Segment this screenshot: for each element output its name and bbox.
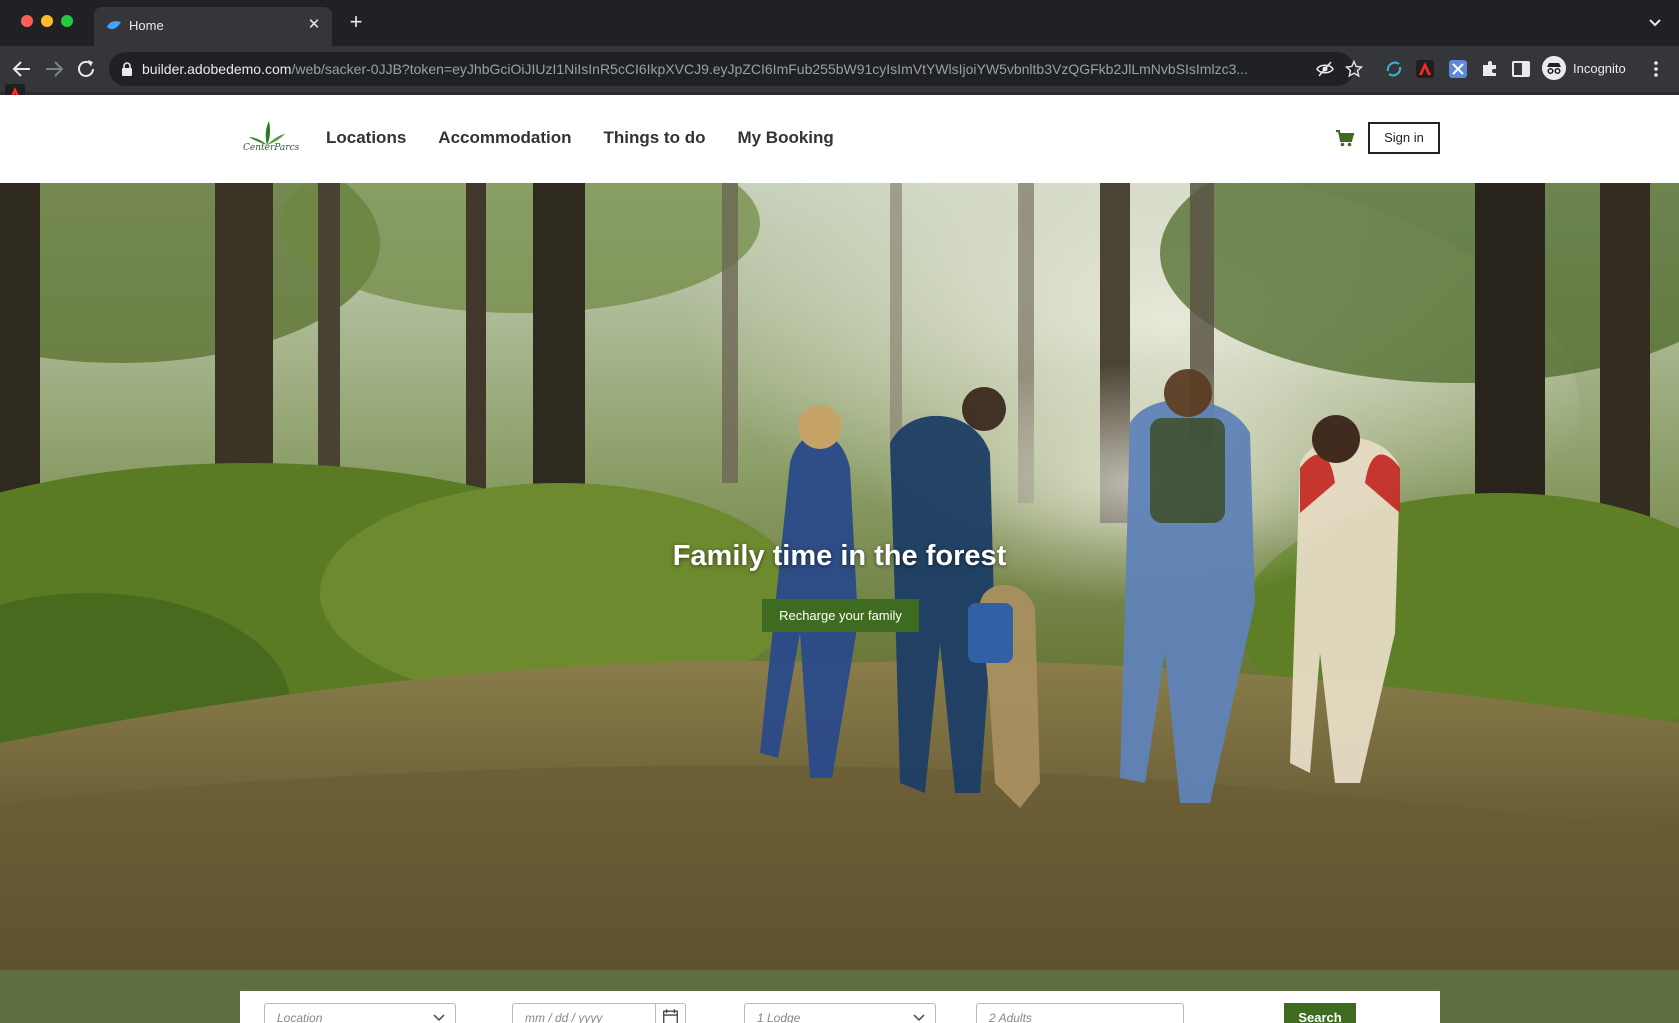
cart-icon[interactable]	[1335, 129, 1355, 147]
site-header: CenterParcs Locations Accommodation Thin…	[0, 95, 1679, 183]
adults-input[interactable]: 2 Adults	[976, 1003, 1184, 1023]
url-path: /web/sacker-0JJB?token=eyJhbGciOiJIUzI1N…	[291, 61, 1249, 77]
maximize-window-button[interactable]	[61, 15, 73, 27]
location-placeholder: Location	[277, 1011, 323, 1023]
reload-icon[interactable]	[74, 57, 98, 81]
browser-menu-icon[interactable]	[1652, 59, 1660, 79]
page-viewport: CenterParcs Locations Accommodation Thin…	[0, 95, 1679, 1023]
eye-slash-icon[interactable]	[1316, 60, 1334, 78]
logo-wordmark: CenterParcs	[243, 143, 300, 153]
lodge-select[interactable]: 1 Lodge	[744, 1003, 936, 1023]
date-input[interactable]: mm / dd / yyyy	[512, 1003, 686, 1023]
address-bar[interactable]: builder.adobedemo.com/web/sacker-0JJB?to…	[109, 52, 1363, 86]
booking-search-bar: Location mm / dd / yyyy 1 Lodge 2 Adults…	[240, 991, 1440, 1023]
location-select[interactable]: Location	[264, 1003, 456, 1023]
chevron-down-icon	[913, 1014, 925, 1022]
incognito-icon	[1542, 56, 1566, 80]
main-nav: Locations Accommodation Things to do My …	[326, 128, 834, 148]
back-arrow-icon[interactable]	[10, 57, 34, 81]
nav-locations[interactable]: Locations	[326, 128, 406, 148]
nav-things-to-do[interactable]: Things to do	[603, 128, 705, 148]
date-placeholder: mm / dd / yyyy	[525, 1011, 603, 1023]
profile-label: Incognito	[1573, 61, 1626, 76]
adobe-xd-extension-icon[interactable]	[1448, 59, 1468, 79]
search-button[interactable]: Search	[1284, 1003, 1356, 1023]
nav-accommodation[interactable]: Accommodation	[438, 128, 571, 148]
calendar-icon[interactable]	[655, 1003, 685, 1023]
adobe-acrobat-extension-icon[interactable]	[1415, 59, 1435, 79]
forward-arrow-icon[interactable]	[42, 57, 66, 81]
new-tab-button[interactable]: +	[344, 11, 368, 35]
sync-extension-icon[interactable]	[1384, 59, 1404, 79]
tab-title: Home	[129, 18, 164, 33]
adults-placeholder: 2 Adults	[989, 1011, 1032, 1023]
browser-tab-home[interactable]: Home ✕	[94, 7, 332, 46]
minimize-window-button[interactable]	[41, 15, 53, 27]
hero-banner: Family time in the forest Recharge your …	[0, 183, 1679, 970]
side-panel-icon[interactable]	[1511, 59, 1531, 79]
extensions-puzzle-icon[interactable]	[1480, 59, 1500, 79]
close-window-button[interactable]	[21, 15, 33, 27]
chevron-down-icon	[433, 1014, 445, 1022]
hero-title: Family time in the forest	[672, 540, 1007, 572]
tab-close-icon[interactable]: ✕	[304, 15, 324, 35]
sign-in-button[interactable]: Sign in	[1368, 122, 1440, 154]
recharge-cta-button[interactable]: Recharge your family	[762, 599, 919, 632]
url-text: builder.adobedemo.com/web/sacker-0JJB?to…	[142, 61, 1302, 77]
browser-toolbar: builder.adobedemo.com/web/sacker-0JJB?to…	[0, 46, 1679, 92]
browser-tab-bar: Home ✕ +	[0, 0, 1679, 46]
bookmark-star-icon[interactable]	[1345, 60, 1363, 78]
forest-family-photo	[0, 183, 1679, 970]
lock-icon[interactable]	[121, 62, 133, 76]
incognito-profile-button[interactable]: Incognito	[1542, 54, 1640, 84]
center-parcs-logo-icon[interactable]	[243, 119, 289, 159]
nav-my-booking[interactable]: My Booking	[737, 128, 833, 148]
site-favicon-icon	[107, 21, 121, 30]
tab-search-chevron-icon[interactable]	[1645, 12, 1665, 32]
lodge-value: 1 Lodge	[757, 1011, 801, 1023]
url-host: builder.adobedemo.com	[142, 61, 292, 77]
